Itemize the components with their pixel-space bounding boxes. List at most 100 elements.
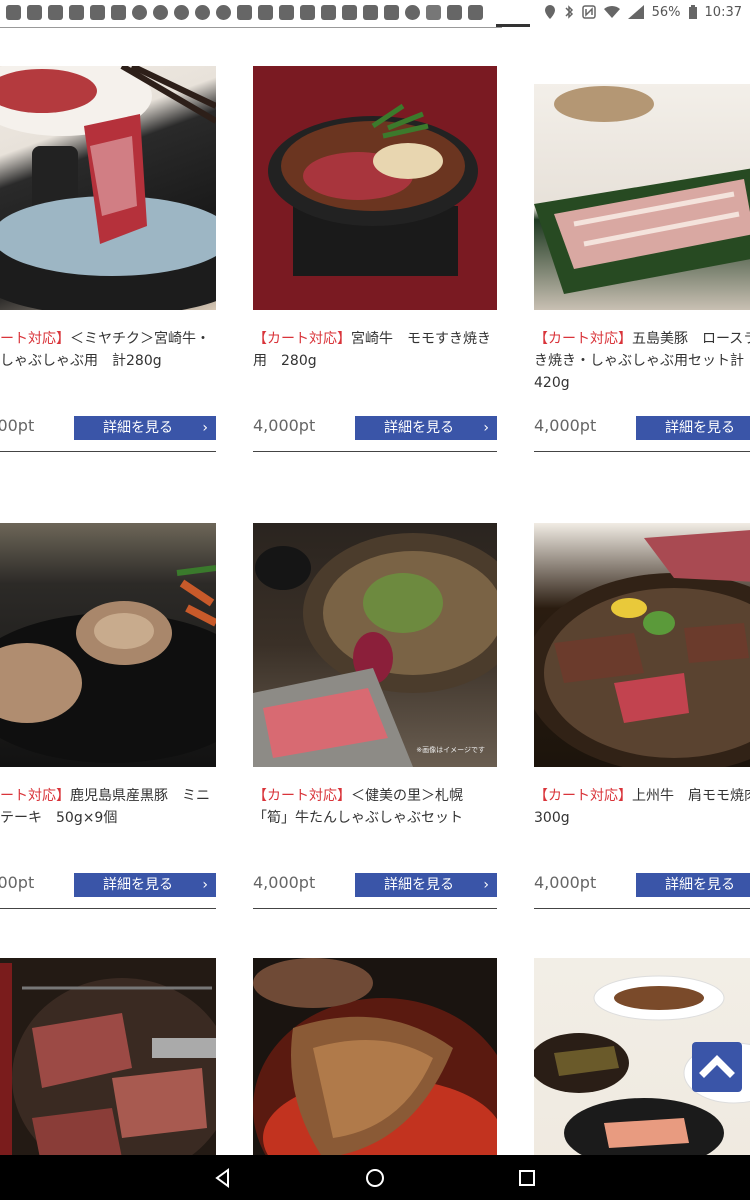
pork-steak-photo (0, 565, 216, 763)
app-icon (363, 4, 378, 20)
twitter-icon (426, 4, 441, 20)
cart-tag: 【カート対応】 (534, 788, 632, 804)
system-status: 56% 10:37 (544, 3, 742, 21)
app-icon (48, 4, 63, 20)
pork-platter-photo (534, 86, 750, 294)
product-title[interactable]: 【カート対応】鹿児島県産黒豚 ミニルステーキ 50g×9個 (0, 785, 216, 829)
status-bar: 56% 10:37 (0, 0, 750, 24)
recent-apps-icon[interactable] (512, 1163, 542, 1193)
battery-icon (688, 5, 697, 19)
message-icon (6, 4, 21, 20)
detail-button[interactable]: 詳細を見る› (636, 873, 750, 897)
detail-button[interactable]: 詳細を見る › (74, 416, 216, 440)
app-icon (447, 4, 462, 20)
product-image[interactable] (253, 958, 497, 1155)
product-title[interactable]: 【カート対応】＜ミヤチク＞宮崎牛・モモしゃぶしゃぶ用 計280g (0, 328, 216, 372)
app-icon (405, 4, 420, 20)
back-icon[interactable] (208, 1163, 238, 1193)
product-image[interactable] (253, 66, 497, 310)
news-icon (111, 4, 126, 20)
card-divider (534, 451, 750, 452)
app-icon (132, 4, 147, 20)
product-price: 4,000pt (0, 416, 35, 435)
shabu-shabu-photo (0, 66, 216, 310)
beef-tongue-shabu-photo (253, 533, 497, 767)
yahoo-icon (90, 4, 105, 20)
battery-percent: 56% (651, 4, 681, 20)
product-title[interactable]: 【カート対応】＜健美の里＞札幌「筍」牛たんしゃぶしゃぶセット (253, 785, 497, 829)
detail-button-label: 詳細を見る (384, 877, 454, 893)
detail-button-label: 詳細を見る (103, 877, 173, 893)
detail-button[interactable]: 詳細を見る › (74, 873, 216, 897)
chevron-right-icon: › (202, 877, 208, 893)
product-price: 4,000pt (0, 873, 35, 892)
bluetooth-icon (565, 5, 573, 19)
scroll-to-top-button[interactable] (692, 1042, 742, 1092)
grilled-fish-photo (253, 958, 497, 1155)
card-divider (0, 908, 216, 909)
header-divider (0, 27, 502, 28)
navigation-bar (0, 1155, 750, 1200)
location-icon (544, 5, 555, 19)
youtube-icon (279, 4, 294, 20)
notification-icons (6, 3, 483, 21)
card-divider (253, 908, 497, 909)
cart-tag: 【カート対応】 (0, 788, 70, 804)
card-divider (534, 908, 750, 909)
facebook-icon (27, 4, 42, 20)
product-image[interactable] (0, 958, 216, 1155)
product-card[interactable] (253, 958, 497, 1155)
phone-icon (342, 4, 357, 20)
youtube-icon (321, 4, 336, 20)
cart-tag: 【カート対応】 (253, 331, 351, 347)
product-title[interactable]: 【カート対応】宮崎牛 モモすき焼き用 280g (253, 328, 497, 372)
chevron-right-icon: › (483, 877, 489, 893)
globe-icon (153, 4, 168, 20)
nfc-icon (581, 5, 596, 19)
chevron-right-icon: › (202, 420, 208, 436)
card-divider (0, 451, 216, 452)
clock: 10:37 (704, 4, 742, 20)
detail-button-label: 詳細を見る (665, 420, 735, 436)
image-caption: ※画像はイメージです (416, 746, 485, 754)
product-image[interactable] (534, 523, 750, 767)
product-title[interactable]: 【カート対応】五島美豚 ロースラすき焼き・しゃぶしゃぶ用セット計420g (534, 328, 750, 394)
detail-button[interactable]: 詳細を見る › (355, 416, 497, 440)
card-divider (253, 451, 497, 452)
app-icon (195, 4, 210, 20)
product-image[interactable] (534, 84, 750, 310)
detail-button[interactable]: 詳細を見る › (355, 873, 497, 897)
product-price: 4,000pt (253, 416, 316, 435)
detail-button-label: 詳細を見る (103, 420, 173, 436)
cart-tag: 【カート対応】 (253, 788, 351, 804)
chevron-right-icon: › (483, 420, 489, 436)
home-icon[interactable] (360, 1163, 390, 1193)
wifi-icon (603, 5, 620, 19)
detail-button-label: 詳細を見る (384, 420, 454, 436)
youtube-icon (300, 4, 315, 20)
product-card[interactable] (0, 958, 216, 1155)
wifi-app-icon (174, 4, 189, 20)
cart-tag: 【カート対応】 (0, 331, 70, 347)
product-price: 4,000pt (534, 873, 597, 892)
cat-icon (237, 4, 252, 20)
sukiyaki-photo (268, 103, 478, 276)
app-icon (468, 4, 483, 20)
product-price: 4,000pt (253, 873, 316, 892)
product-image[interactable]: ※画像はイメージです (253, 523, 497, 767)
detail-button[interactable]: 詳細を見る› (636, 416, 750, 440)
cart-tag: 【カート対応】 (534, 331, 632, 347)
product-price: 4,000pt (534, 416, 597, 435)
chevron-up-icon (699, 1055, 735, 1078)
signal-icon (627, 5, 644, 19)
app-icon (384, 4, 399, 20)
globe-icon (216, 4, 231, 20)
mail-icon (69, 4, 84, 20)
grilled-beef-photo (534, 530, 750, 767)
youtube-icon (258, 4, 273, 20)
grilled-tongue-photo (0, 963, 216, 1155)
product-title[interactable]: 【カート対応】上州牛 肩モモ焼肉用 300g (534, 785, 750, 829)
product-image[interactable] (0, 66, 216, 310)
product-image[interactable] (0, 523, 216, 767)
detail-button-label: 詳細を見る (665, 877, 735, 893)
